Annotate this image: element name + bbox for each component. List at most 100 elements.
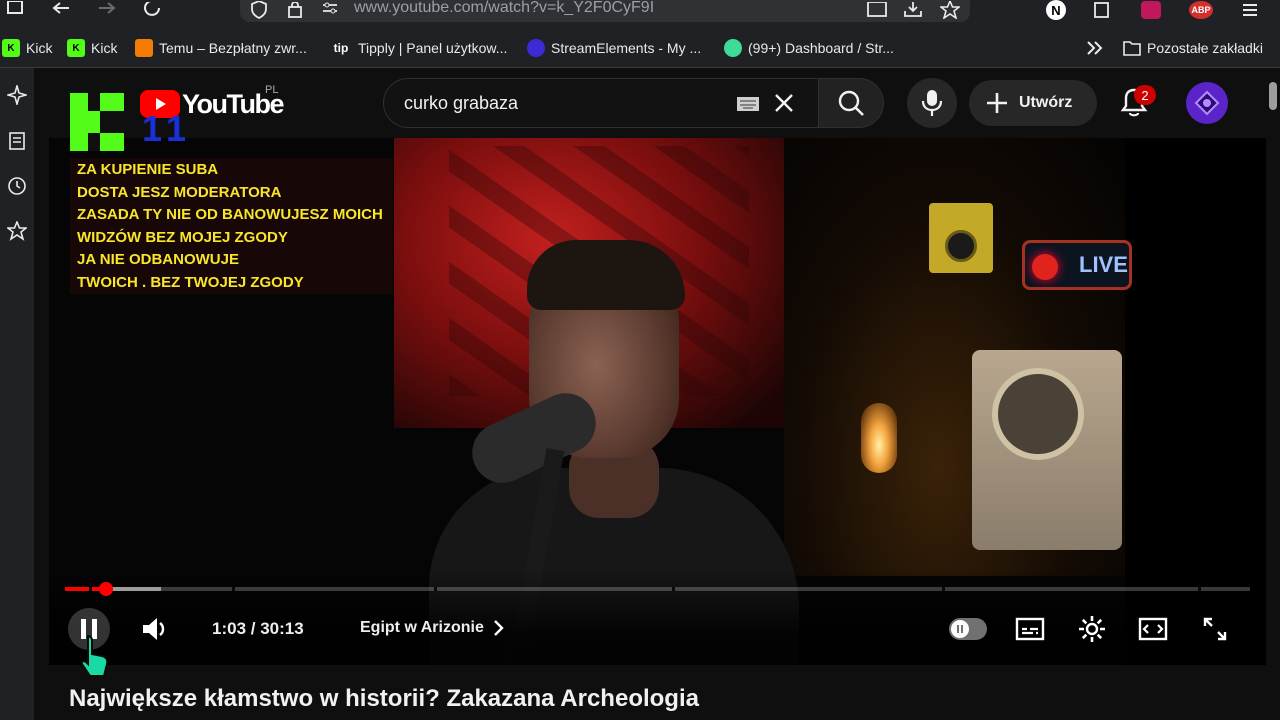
time-display: 1:03 / 30:13	[212, 619, 304, 638]
download-icon[interactable]	[902, 0, 924, 20]
shield-icon[interactable]	[249, 0, 269, 20]
bookmark-label: Tipply | Panel użytkow...	[358, 40, 508, 56]
kick-logo-cut	[88, 93, 100, 111]
clear-search-icon[interactable]	[773, 92, 795, 114]
video-title: Największe kłamstwo w historii? Zakazana…	[69, 685, 699, 712]
autoplay-knob	[951, 620, 969, 638]
reload-icon[interactable]	[142, 0, 164, 20]
chapter-divider	[232, 587, 235, 591]
bookmark-label: StreamElements - My ...	[551, 40, 702, 56]
chapter-title-button[interactable]: Egipt w Arizonie	[360, 619, 506, 637]
overlay-line: TWOICH . BEZ TWOJEJ ZGODY	[77, 274, 304, 291]
avatar[interactable]	[1186, 82, 1228, 124]
forward-icon[interactable]	[96, 0, 118, 20]
hand-cursor-icon	[80, 634, 109, 677]
overlay-line: JA NIE ODBANOWUJE	[77, 251, 239, 268]
overlay-line: DOSTA JESZ MODERATORA	[77, 184, 282, 201]
subtitles-button[interactable]	[1014, 615, 1046, 643]
sidebar-toggle-icon[interactable]	[4, 0, 26, 20]
overlay-line: ZASADA TY NIE OD BANOWUJESZ MOICH	[77, 206, 383, 223]
tipply-favicon-icon: tip	[330, 39, 352, 57]
dashboard-favicon-icon	[724, 39, 742, 57]
keyboard-icon[interactable]	[736, 96, 760, 112]
extensions-icon[interactable]	[1091, 0, 1113, 20]
kick-favicon-icon: K	[67, 39, 85, 57]
volume-button[interactable]	[140, 614, 168, 644]
youtube-region: PL	[265, 84, 279, 96]
video-live-dot	[1032, 254, 1058, 280]
sparkle-icon[interactable]	[7, 85, 27, 105]
chapter-divider	[434, 587, 437, 591]
create-button[interactable]: Utwórz	[969, 80, 1097, 126]
kick-logo-cut	[88, 133, 100, 151]
video-camera-lens	[945, 230, 977, 262]
fullscreen-button[interactable]	[1200, 614, 1230, 644]
bookmarks-bar: K Kick K Kick Temu – Bezpłatny zwr... ti…	[0, 28, 1280, 68]
adblock-plus-icon[interactable]: ABP	[1188, 0, 1214, 20]
extension-w-icon[interactable]	[1140, 0, 1162, 20]
autoplay-pause-icon	[957, 625, 963, 633]
volume-icon	[143, 618, 165, 640]
page-scrollbar[interactable]	[1266, 68, 1280, 720]
search-query-text[interactable]: curko grabaza	[404, 93, 518, 114]
theater-mode-button[interactable]	[1136, 614, 1170, 644]
scrollbar-thumb[interactable]	[1269, 82, 1277, 110]
bookmark-label: Kick	[26, 40, 53, 56]
bookmark-kick-1[interactable]: K Kick	[2, 38, 52, 58]
chapter-divider	[672, 587, 675, 591]
history-icon[interactable]	[7, 176, 27, 196]
chapter-divider	[942, 587, 945, 591]
browser-menu-icon[interactable]	[1240, 0, 1260, 20]
plus-icon	[987, 93, 1007, 113]
theater-mode-icon	[1138, 617, 1168, 641]
gear-icon	[1079, 616, 1105, 642]
temu-favicon-icon	[135, 39, 153, 57]
video-reel-wheel	[992, 368, 1084, 460]
extension-n-icon[interactable]: N	[1045, 0, 1067, 20]
lock-icon[interactable]	[286, 0, 304, 20]
overlay-number: 11	[142, 108, 193, 149]
create-label: Utwórz	[1019, 94, 1073, 111]
voice-search-button[interactable]	[907, 78, 957, 128]
folder-icon	[1123, 41, 1141, 56]
microphone-icon	[921, 90, 943, 116]
back-icon[interactable]	[50, 0, 72, 20]
streamelements-favicon-icon	[527, 39, 545, 57]
bookmark-temu[interactable]: Temu – Bezpłatny zwr...	[135, 38, 307, 58]
bookmark-tipply[interactable]: tip Tipply | Panel użytkow...	[330, 38, 507, 58]
fullscreen-icon	[1203, 617, 1227, 641]
avatar-emblem-icon	[1194, 90, 1220, 116]
screenshot-icon[interactable]	[866, 0, 888, 20]
progress-scrubber[interactable]	[99, 582, 113, 596]
chapter-title: Egipt w Arizonie	[360, 619, 484, 636]
browser-toolbar: www.youtube.com/watch?v=k_Y2F0CyF9I N AB…	[0, 0, 1280, 28]
video-person-hair	[527, 240, 685, 310]
extension-n-label: N	[1046, 0, 1066, 20]
kick-logo-cut	[100, 111, 124, 133]
url-text[interactable]: www.youtube.com/watch?v=k_Y2F0CyF9I	[354, 0, 654, 16]
bookmark-kick-2[interactable]: K Kick	[67, 38, 117, 58]
bookmark-streamelements[interactable]: StreamElements - My ...	[527, 38, 701, 58]
chevron-right-icon	[494, 620, 504, 636]
bookmark-label: (99+) Dashboard / Str...	[748, 40, 894, 56]
search-button[interactable]	[818, 78, 884, 128]
site-settings-icon[interactable]	[320, 0, 340, 20]
kick-favicon-icon: K	[2, 39, 20, 57]
bookmark-label: Kick	[91, 40, 118, 56]
bookmark-dashboard[interactable]: (99+) Dashboard / Str...	[724, 38, 894, 58]
bookmarks-overflow-icon[interactable]	[1086, 38, 1104, 58]
video-lamp	[861, 403, 897, 473]
overlay-line: WIDZÓW BEZ MOJEJ ZGODY	[77, 229, 288, 246]
reading-list-icon[interactable]	[7, 131, 27, 151]
video-live-text: LIVE	[1079, 252, 1128, 277]
bookmark-star-icon[interactable]	[938, 0, 962, 20]
adblock-plus-label: ABP	[1189, 1, 1213, 19]
favorites-star-icon[interactable]	[7, 221, 27, 241]
settings-button[interactable]	[1076, 613, 1108, 645]
other-bookmarks-folder[interactable]: Pozostałe zakładki	[1123, 38, 1263, 58]
chapter-divider	[89, 587, 92, 591]
other-bookmarks-label: Pozostałe zakładki	[1147, 40, 1263, 56]
search-icon	[838, 90, 864, 116]
progress-bar[interactable]	[65, 587, 1250, 591]
notification-count-badge: 2	[1134, 85, 1156, 105]
